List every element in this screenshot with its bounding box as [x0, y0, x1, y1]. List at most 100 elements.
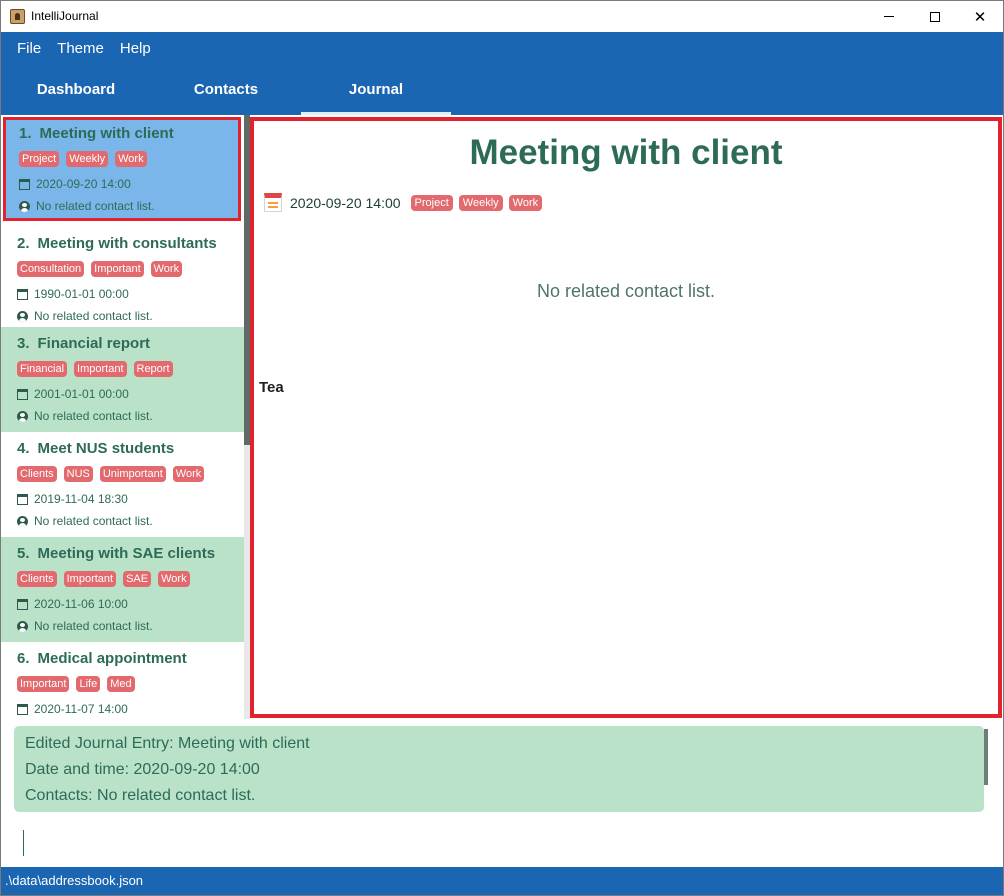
entry-tags: Consultation Important Work — [17, 261, 244, 283]
entry-title-text: Meeting with client — [39, 125, 174, 142]
entry-tag: SAE — [123, 571, 152, 587]
detail-tag: Project — [410, 194, 453, 211]
entry-tag: Consultation — [17, 261, 85, 277]
entry-datetime-row: 2020-09-20 14:00 — [19, 173, 238, 195]
detail-description: Tea — [259, 379, 284, 396]
detail-meta: 2020-09-20 14:00 Project Weekly Work — [264, 193, 543, 212]
entry-contacts: No related contact list. — [34, 409, 153, 423]
entry-tag: Clients — [17, 466, 57, 482]
entry-datetime: 2001-01-01 00:00 — [34, 387, 129, 401]
person-icon — [17, 515, 28, 527]
entry-tag: Life — [76, 676, 101, 692]
entry-tag: Med — [107, 676, 135, 692]
entry-tag: Clients — [17, 571, 57, 587]
entry-tag: Financial — [17, 361, 68, 377]
entry-tags: Clients Important SAE Work — [17, 571, 244, 593]
maximize-icon — [930, 11, 940, 22]
detail-datetime: 2020-09-20 14:00 — [290, 194, 401, 211]
entry-contacts: No related contact list. — [34, 309, 153, 323]
maximize-button[interactable] — [912, 1, 958, 32]
entry-tag: Important — [17, 676, 70, 692]
entry-title: 4. Meet NUS students — [17, 440, 244, 464]
journal-entry-card[interactable]: 4. Meet NUS students Clients NUS Unimportant… — [1, 432, 244, 537]
calendar-icon — [17, 493, 28, 505]
journal-entry-card[interactable]: 2. Meeting with consultants Consultation Im… — [1, 227, 244, 332]
entry-datetime-row: 2020-11-07 14:00 — [17, 698, 244, 719]
result-display: Edited Journal Entry: Meeting with clien… — [14, 726, 984, 812]
calendar-icon — [17, 598, 28, 610]
entry-contacts-row: No related contact list. — [17, 510, 244, 532]
text-caret — [23, 830, 24, 856]
menu-help[interactable]: Help — [112, 32, 159, 66]
close-button[interactable]: ✕ — [957, 1, 1003, 32]
window-title: IntelliJournal — [31, 9, 99, 23]
entry-contacts: No related contact list. — [36, 199, 155, 213]
entry-tags: Financial Important Report — [17, 361, 244, 383]
journal-entry-card[interactable]: 6. Medical appointment Important Life Med 202… — [1, 642, 244, 719]
calendar-icon — [17, 388, 28, 400]
menu-theme[interactable]: Theme — [49, 32, 112, 66]
title-bar[interactable]: IntelliJournal ✕ — [1, 1, 1003, 32]
menu-file[interactable]: File — [1, 32, 49, 66]
minimize-button[interactable] — [866, 1, 912, 32]
calendar-icon — [17, 703, 28, 715]
tab-journal[interactable]: Journal — [301, 74, 451, 115]
header: File Theme Help Dashboard Contacts Journ… — [1, 32, 1003, 115]
entry-index: 3. — [17, 335, 30, 352]
entry-title: 6. Medical appointment — [17, 650, 244, 674]
journal-entry-card[interactable]: 1. Meeting with client Project Weekly Work 20… — [3, 117, 241, 221]
detail-title: Meeting with client — [469, 133, 783, 172]
journal-entry-card[interactable]: 5. Meeting with SAE clients Clients Importa… — [1, 537, 244, 642]
entry-title: 5. Meeting with SAE clients — [17, 545, 244, 569]
calendar-icon — [17, 288, 28, 300]
person-icon — [17, 410, 28, 422]
person-icon — [19, 200, 30, 212]
tab-bar: Dashboard Contacts Journal — [1, 74, 451, 115]
calendar-icon — [264, 193, 282, 212]
result-scrollbar[interactable] — [984, 729, 988, 785]
status-file-path: .\data\addressbook.json — [5, 873, 144, 888]
command-box[interactable] — [1, 819, 1003, 867]
entry-tags: Project Weekly Work — [19, 151, 238, 173]
journal-list[interactable]: 1. Meeting with client Project Weekly Work 20… — [1, 115, 250, 719]
entry-tag: Important — [74, 361, 127, 377]
entry-title-text: Meet NUS students — [37, 440, 175, 457]
menu-bar: File Theme Help — [1, 32, 159, 66]
entry-contacts: No related contact list. — [34, 514, 153, 528]
person-icon — [17, 310, 28, 322]
entry-title: 1. Meeting with client — [19, 125, 238, 149]
entry-title-text: Meeting with SAE clients — [37, 545, 216, 562]
entry-title-text: Medical appointment — [37, 650, 187, 667]
tab-dashboard[interactable]: Dashboard — [1, 74, 151, 115]
app-window: IntelliJournal ✕ File Theme Help Dashboa… — [0, 0, 1004, 896]
entry-tag: Work — [158, 571, 190, 587]
entry-title-text: Financial report — [37, 335, 151, 352]
entry-detail-panel: Meeting with client 2020-09-20 14:00 Pro… — [250, 117, 1002, 718]
close-icon: ✕ — [973, 7, 987, 26]
minimize-icon — [884, 16, 894, 17]
calendar-icon — [19, 178, 30, 190]
entry-datetime-row: 2019-11-04 18:30 — [17, 488, 244, 510]
entry-datetime-row: 2020-11-06 10:00 — [17, 593, 244, 615]
entry-tag: Weekly — [66, 151, 109, 167]
entry-tag: NUS — [63, 466, 93, 482]
tab-contacts[interactable]: Contacts — [151, 74, 301, 115]
entry-index: 1. — [19, 125, 32, 142]
entry-datetime-row: 2001-01-01 00:00 — [17, 383, 244, 405]
entry-tag: Important — [63, 571, 117, 587]
entry-tags: Clients NUS Unimportant Work — [17, 466, 244, 488]
entry-title: 2. Meeting with consultants — [17, 235, 244, 259]
entry-tag: Work — [115, 151, 147, 167]
entry-datetime: 2020-11-07 14:00 — [34, 702, 128, 716]
journal-entry-card[interactable]: 3. Financial report Financial Important Repo… — [1, 327, 244, 432]
entry-tag: Report — [133, 361, 173, 377]
entry-tag: Work — [172, 466, 205, 482]
result-line: Contacts: No related contact list. — [25, 787, 256, 804]
detail-contacts: No related contact list. — [536, 281, 716, 301]
result-line: Edited Journal Entry: Meeting with clien… — [25, 735, 310, 752]
result-line: Date and time: 2020-09-20 14:00 — [25, 761, 260, 778]
entry-contacts-row: No related contact list. — [17, 305, 244, 327]
entry-index: 4. — [17, 440, 30, 457]
entry-title: 3. Financial report — [17, 335, 244, 359]
entry-tag: Important — [91, 261, 144, 277]
